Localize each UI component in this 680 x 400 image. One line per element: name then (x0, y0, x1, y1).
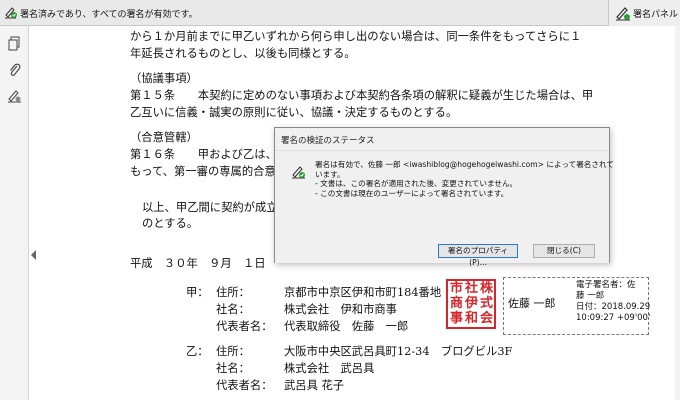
party-b-rep-label: 代表者名： (216, 379, 273, 392)
pages-icon[interactable] (7, 36, 22, 51)
party-b-company-label: 社名： (216, 362, 250, 375)
collapse-arrow-icon[interactable] (31, 250, 37, 260)
esig-signer-name: 藤 一郎 (576, 291, 605, 301)
esig-date: 日付：2018.09.29 (576, 302, 651, 312)
contract-date: 平成 ３０年 ９月 １日 (130, 257, 266, 270)
party-a-address: 京都市中京区伊和市町184番地 (284, 286, 442, 299)
seal-char: 社 (465, 281, 479, 296)
section-heading: （合意管轄） (130, 131, 198, 144)
esig-name: 佐藤 一郎 (508, 297, 556, 310)
esig-signer: 電子署名者：佐 (576, 280, 636, 290)
doc-line: 乙互いに信義・誠実の原則に従い、協議・決定するものとする。 (130, 106, 458, 119)
seal-char: 商 (450, 296, 464, 311)
seal-char: 事 (450, 311, 464, 326)
doc-line: 年延長されるものとし、以後も同様とする。 (130, 47, 356, 60)
seal-char: 株 (480, 281, 494, 296)
digital-signature-field[interactable]: 佐藤 一郎 電子署名者：佐 藤 一郎 日付：2018.09.29 10:09:2… (503, 277, 650, 335)
seal-char: 伊 (465, 296, 479, 311)
signature-valid-icon (5, 7, 17, 19)
doc-line: のとする。 (142, 217, 199, 230)
esig-time: 10:09:27 +09'00' (576, 313, 651, 323)
signature-validation-dialog: 署名の検証のステータス 署名は有効で、佐藤 一郎 <iwashiblog@hog… (274, 127, 614, 267)
signature-valid-icon (292, 166, 305, 179)
dialog-title: 署名の検証のステータス (281, 136, 375, 146)
signatures-icon[interactable] (7, 88, 22, 103)
party-a-company: 株式会社 伊和市商事 (284, 303, 397, 316)
signature-status-bar: 署名済みであり、すべての署名が有効です。 署名パネル (0, 0, 680, 26)
dialog-message: 署名は有効で、佐藤 一郎 <iwashiblog@hogehogeiwashi.… (315, 160, 614, 198)
party-a-rep: 代表取締役 佐藤 一郎 (284, 320, 409, 333)
party-a-address-label: 住所： (216, 286, 250, 299)
company-seal: 市 社 株 商 伊 式 事 和 会 (446, 279, 496, 329)
party-a-rep-label: 代表者名： (216, 320, 273, 333)
section-heading: （協議事項） (130, 72, 198, 85)
doc-line: もって、第一審の専属的合意 (130, 165, 276, 178)
vertical-scrollbar[interactable] (675, 26, 680, 400)
navigation-rail (0, 26, 29, 400)
doc-line: から１か月前までに甲乙いずれから何ら申し出のない場合は、同一条件をもってさらに１ (130, 30, 582, 43)
dialog-line: - 文書は、この署名が適用された後、変更されていません。 (315, 179, 518, 189)
close-button[interactable]: 閉じる(C) (533, 244, 595, 258)
signature-status-message: 署名済みであり、すべての署名が有効です。 (20, 10, 198, 20)
seal-char: 会 (480, 311, 494, 326)
seal-char: 和 (465, 311, 479, 326)
party-a-company-label: 社名： (216, 303, 250, 316)
seal-char: 式 (480, 296, 494, 311)
signature-properties-button[interactable]: 署名のプロパティ(P)... (438, 244, 518, 267)
party-b-address: 大阪市中央区武呂具町12-34 ブログビル3F (284, 345, 513, 358)
signature-pen-icon (616, 7, 630, 21)
party-a-label: 甲： (186, 286, 209, 299)
seal-char: 市 (450, 281, 464, 296)
dialog-line: - この文書は現在のユーザーによって署名されています。 (315, 188, 509, 198)
signature-panel-label: 署名パネル (633, 10, 679, 20)
party-b-company: 株式会社 武呂具 (284, 362, 375, 375)
signature-panel-button[interactable]: 署名パネル (608, 0, 680, 26)
esig-info: 電子署名者：佐 藤 一郎 日付：2018.09.29 10:09:27 +09'… (576, 280, 650, 324)
party-b-address-label: 住所： (216, 345, 250, 358)
doc-line: 以上、甲乙間に契約が成立 (142, 201, 278, 214)
dialog-line: 署名は有効で、佐藤 一郎 <iwashiblog@hogehogeiwashi.… (315, 160, 614, 169)
dialog-line: います。 (315, 169, 345, 179)
party-b-rep: 武呂具 花子 (284, 379, 345, 392)
doc-line: 第１６条 甲および乙は、本 (130, 148, 289, 161)
doc-line: 第１５条 本契約に定めのない事項および本契約各条項の解釈に疑義が生じた場合は、甲 (130, 89, 594, 102)
party-b-label: 乙： (186, 345, 209, 358)
attachment-icon[interactable] (7, 62, 22, 77)
